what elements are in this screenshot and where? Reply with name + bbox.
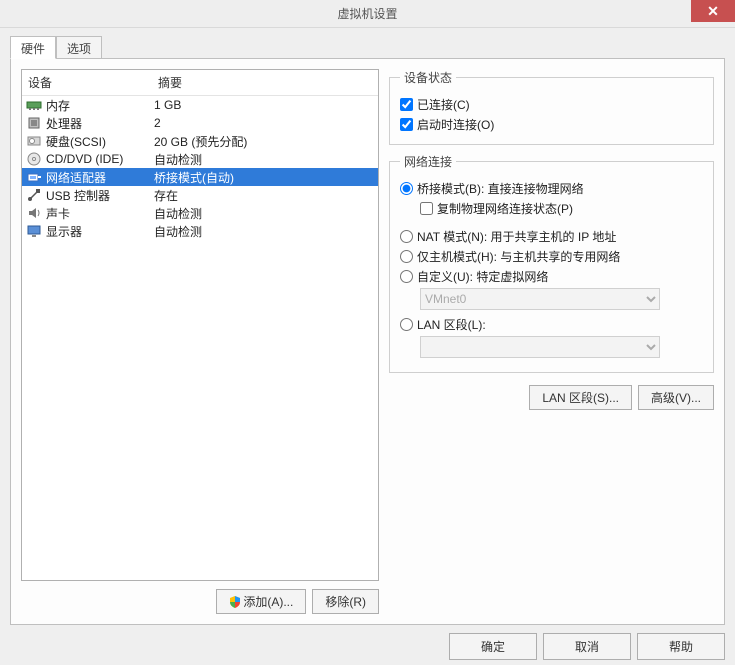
device-table-header: 设备 摘要	[22, 70, 378, 96]
content-area: 硬件 选项 设备 摘要 内存 1 GB	[0, 28, 735, 665]
device-row-network[interactable]: 网络适配器 桥接模式(自动)	[22, 168, 378, 186]
connect-at-poweron-label: 启动时连接(O)	[417, 116, 494, 133]
tab-hardware[interactable]: 硬件	[10, 36, 56, 59]
disk-icon	[26, 133, 42, 149]
lan-segments-button[interactable]: LAN 区段(S)...	[529, 385, 632, 410]
replicate-label: 复制物理网络连接状态(P)	[437, 200, 573, 217]
device-status-group: 设备状态 已连接(C) 启动时连接(O)	[389, 69, 714, 145]
device-row-cddvd[interactable]: CD/DVD (IDE) 自动检测	[22, 150, 378, 168]
device-row-usb[interactable]: USB 控制器 存在	[22, 186, 378, 204]
tab-options[interactable]: 选项	[56, 36, 102, 58]
device-row-display[interactable]: 显示器 自动检测	[22, 222, 378, 240]
device-table: 设备 摘要 内存 1 GB 处理器	[21, 69, 379, 581]
titlebar: 虚拟机设置 ✕	[0, 0, 735, 28]
device-summary: 自动检测	[154, 223, 374, 240]
connected-checkbox[interactable]	[400, 98, 413, 111]
device-summary: 自动检测	[154, 205, 374, 222]
memory-icon	[26, 97, 42, 113]
device-summary: 自动检测	[154, 151, 374, 168]
tabs: 硬件 选项	[10, 36, 725, 58]
bridged-radio[interactable]	[400, 182, 413, 195]
left-pane: 设备 摘要 内存 1 GB 处理器	[21, 69, 379, 614]
close-button[interactable]: ✕	[691, 0, 735, 22]
device-rows: 内存 1 GB 处理器 2 硬盘(SCSI)	[22, 96, 378, 580]
replicate-checkbox[interactable]	[420, 202, 433, 215]
connected-label: 已连接(C)	[417, 96, 470, 113]
hostonly-radio[interactable]	[400, 250, 413, 263]
device-summary: 1 GB	[154, 98, 374, 112]
lan-segment-radio[interactable]	[400, 318, 413, 331]
vmnet-select[interactable]: VMnet0	[420, 288, 660, 310]
lan-segment-label: LAN 区段(L):	[417, 316, 486, 333]
device-name: 处理器	[46, 115, 154, 132]
tab-body: 设备 摘要 内存 1 GB 处理器	[10, 58, 725, 625]
cpu-icon	[26, 115, 42, 131]
device-row-disk[interactable]: 硬盘(SCSI) 20 GB (预先分配)	[22, 132, 378, 150]
nat-radio[interactable]	[400, 230, 413, 243]
cancel-button[interactable]: 取消	[543, 633, 631, 660]
left-buttons: 添加(A)... 移除(R)	[21, 589, 379, 614]
add-button-label: 添加(A)...	[243, 595, 293, 609]
column-summary[interactable]: 摘要	[152, 70, 378, 95]
window-title: 虚拟机设置	[0, 5, 735, 22]
help-button[interactable]: 帮助	[637, 633, 725, 660]
right-buttons: LAN 区段(S)... 高级(V)...	[389, 385, 714, 410]
display-icon	[26, 223, 42, 239]
advanced-button[interactable]: 高级(V)...	[638, 385, 714, 410]
hostonly-label: 仅主机模式(H): 与主机共享的专用网络	[417, 248, 620, 265]
column-device[interactable]: 设备	[22, 70, 152, 95]
network-group: 网络连接 桥接模式(B): 直接连接物理网络 复制物理网络连接状态(P) NAT…	[389, 153, 714, 373]
bridged-label: 桥接模式(B): 直接连接物理网络	[417, 180, 584, 197]
device-row-memory[interactable]: 内存 1 GB	[22, 96, 378, 114]
device-summary: 2	[154, 116, 374, 130]
nat-label: NAT 模式(N): 用于共享主机的 IP 地址	[417, 228, 616, 245]
network-icon	[26, 169, 42, 185]
device-name: 显示器	[46, 223, 154, 240]
network-legend: 网络连接	[400, 153, 456, 170]
custom-radio[interactable]	[400, 270, 413, 283]
sound-icon	[26, 205, 42, 221]
shield-icon	[229, 596, 241, 608]
device-name: 内存	[46, 97, 154, 114]
connect-at-poweron-checkbox[interactable]	[400, 118, 413, 131]
lan-segment-select[interactable]	[420, 336, 660, 358]
device-row-cpu[interactable]: 处理器 2	[22, 114, 378, 132]
device-name: 网络适配器	[46, 169, 154, 186]
usb-icon	[26, 187, 42, 203]
right-pane: 设备状态 已连接(C) 启动时连接(O) 网络连接 桥接模式(B): 直接连接物…	[389, 69, 714, 614]
bottom-buttons: 确定 取消 帮助	[10, 633, 725, 660]
device-name: 硬盘(SCSI)	[46, 133, 154, 150]
add-button[interactable]: 添加(A)...	[216, 589, 306, 614]
device-name: CD/DVD (IDE)	[46, 152, 154, 166]
device-status-legend: 设备状态	[400, 69, 456, 86]
cd-icon	[26, 151, 42, 167]
ok-button[interactable]: 确定	[449, 633, 537, 660]
custom-label: 自定义(U): 特定虚拟网络	[417, 268, 548, 285]
device-name: USB 控制器	[46, 187, 154, 204]
remove-button[interactable]: 移除(R)	[312, 589, 379, 614]
device-name: 声卡	[46, 205, 154, 222]
device-summary: 桥接模式(自动)	[154, 169, 374, 186]
close-icon: ✕	[707, 4, 719, 18]
device-row-sound[interactable]: 声卡 自动检测	[22, 204, 378, 222]
device-summary: 存在	[154, 187, 374, 204]
device-summary: 20 GB (预先分配)	[154, 133, 374, 150]
